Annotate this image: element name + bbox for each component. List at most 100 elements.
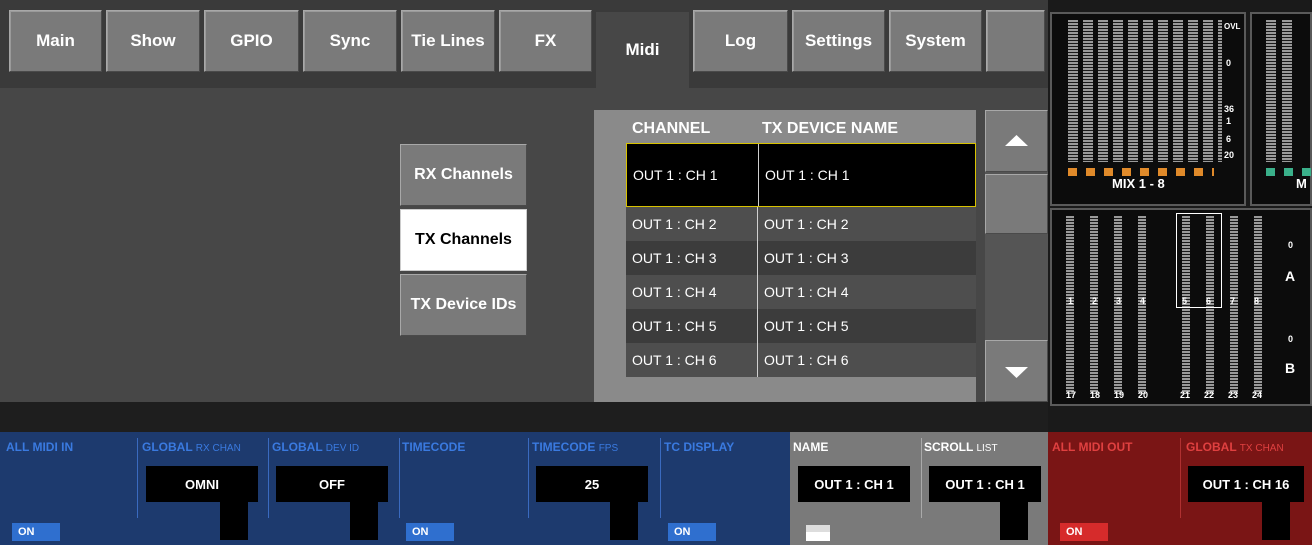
tc-display-text: TC DISPLAY — [664, 440, 735, 454]
divider — [399, 438, 400, 518]
label-global-rx-chan: GLOBAL RX CHAN — [140, 432, 268, 462]
global-tx-chan-display[interactable]: OUT 1 : CH 16 — [1188, 466, 1304, 502]
tab-gpio[interactable]: GPIO — [204, 10, 299, 72]
table-row[interactable]: OUT 1 : CH 3 OUT 1 : CH 3 — [626, 241, 976, 275]
channel-number: 18 — [1090, 390, 1101, 400]
channel-number: 6 — [1206, 296, 1212, 306]
all-midi-out-on-button[interactable]: ON — [1060, 523, 1108, 541]
cell-device-name: OUT 1 : CH 3 — [764, 250, 849, 266]
column-header-tx-device-name: TX DEVICE NAME — [762, 120, 899, 137]
meter-bar — [1188, 20, 1198, 162]
divider — [137, 438, 138, 518]
cell-channel: OUT 1 : CH 5 — [626, 309, 758, 343]
tab-midi[interactable]: Midi — [596, 12, 689, 88]
table-row-selected[interactable]: OUT 1 : CH 1 OUT 1 : CH 1 — [626, 143, 976, 207]
cell-device-name: OUT 1 : CH 6 — [764, 352, 849, 368]
meter-label-1: 1 — [1226, 116, 1232, 126]
global-dev-id-display[interactable]: OFF — [276, 466, 388, 502]
tc-display-on-button[interactable]: ON — [668, 523, 716, 541]
tx-channels-button[interactable]: TX Channels — [400, 209, 527, 271]
tab-bar: Main Show GPIO Sync Tie Lines FX Midi Lo… — [0, 0, 1048, 88]
cell-channel: OUT 1 : CH 4 — [626, 275, 758, 309]
tx-device-ids-button[interactable]: TX Device IDs — [400, 274, 527, 336]
cell-device-name: OUT 1 : CH 4 — [764, 284, 849, 300]
name-edit-button[interactable] — [806, 525, 830, 541]
tab-log[interactable]: Log — [693, 10, 788, 72]
channel-number: 7 — [1230, 296, 1236, 306]
channel-number: 3 — [1116, 296, 1122, 306]
scroll-up-button[interactable] — [985, 110, 1048, 172]
table-row[interactable]: OUT 1 : CH 4 OUT 1 : CH 4 — [626, 275, 976, 309]
timecode-fps-display[interactable]: 25 — [536, 466, 648, 502]
all-midi-in-text: ALL MIDI IN — [6, 440, 74, 454]
mix-label-2: M — [1296, 176, 1307, 191]
timecode-text: TIMECODE — [402, 440, 466, 454]
rotary-knob[interactable] — [350, 500, 378, 540]
rotary-knob[interactable] — [1262, 500, 1290, 540]
table-row[interactable]: OUT 1 : CH 5 OUT 1 : CH 5 — [626, 309, 976, 343]
name-display[interactable]: OUT 1 : CH 1 — [798, 466, 910, 502]
scroll-thumb[interactable] — [985, 174, 1048, 234]
meter-label-6: 6 — [1226, 134, 1232, 144]
table-scrollbar[interactable] — [985, 110, 1048, 402]
scroll-down-button[interactable] — [985, 340, 1048, 402]
mix-indicators — [1266, 168, 1312, 176]
meter-label-0: 0 — [1226, 58, 1232, 68]
rotary-knob[interactable] — [220, 500, 248, 540]
meter-bar — [1218, 20, 1222, 162]
channel-number: 17 — [1066, 390, 1077, 400]
channel-number: 23 — [1228, 390, 1239, 400]
status-strip — [0, 402, 1048, 432]
tab-show[interactable]: Show — [106, 10, 200, 72]
tab-tie-lines[interactable]: Tie Lines — [401, 10, 495, 72]
cell-channel: OUT 1 : CH 6 — [626, 343, 758, 377]
tab-system[interactable]: System — [889, 10, 982, 72]
selected-meter-frame — [1176, 213, 1222, 308]
rx-channels-button[interactable]: RX Channels — [400, 144, 527, 206]
channel-number: 2 — [1092, 296, 1098, 306]
meter-bar — [1098, 20, 1108, 162]
arrow-up-icon — [1005, 135, 1028, 146]
label-timecode: TIMECODE — [402, 432, 522, 462]
meter-label-0-a: 0 — [1288, 240, 1294, 250]
label-timecode-fps: TIMECODE FPS — [530, 432, 658, 462]
name-text: NAME — [793, 440, 829, 454]
divider — [528, 438, 529, 518]
bank-label-b: B — [1285, 360, 1296, 376]
cell-device-name: OUT 1 : CH 1 — [765, 167, 850, 183]
channel-number: 5 — [1182, 296, 1188, 306]
global-tx-text: GLOBAL — [1186, 440, 1237, 454]
tab-sync[interactable]: Sync — [303, 10, 397, 72]
column-header-channel: CHANNEL — [632, 120, 711, 137]
tx-chan-text: TX CHAN — [1239, 443, 1284, 454]
mix-meter-panel: OVL 0 36 1 6 20 MIX 1 - 8 — [1050, 12, 1246, 206]
dev-id-text: DEV ID — [325, 443, 360, 454]
bank-label-a: A — [1285, 268, 1296, 284]
global-rx-chan-display[interactable]: OMNI — [146, 466, 258, 502]
meter-label-0-b: 0 — [1288, 334, 1294, 344]
cell-channel: OUT 1 : CH 2 — [626, 207, 758, 241]
mix-label: MIX 1 - 8 — [1112, 176, 1165, 191]
label-tc-display: TC DISPLAY — [662, 432, 782, 462]
arrow-down-icon — [1005, 367, 1028, 378]
timecode-on-button[interactable]: ON — [406, 523, 454, 541]
tab-fx[interactable]: FX — [499, 10, 592, 72]
divider — [921, 438, 922, 518]
global-rx-text: GLOBAL — [142, 440, 193, 454]
divider — [660, 438, 661, 518]
rotary-knob[interactable] — [610, 500, 638, 540]
table-row[interactable]: OUT 1 : CH 6 OUT 1 : CH 6 — [626, 343, 976, 377]
list-text: LIST — [976, 443, 998, 454]
fps-text: FPS — [598, 443, 619, 454]
meter-label-20: 20 — [1224, 150, 1235, 160]
table-row[interactable]: OUT 1 : CH 2 OUT 1 : CH 2 — [626, 207, 976, 241]
meter-bar — [1282, 20, 1292, 162]
tab-settings[interactable]: Settings — [792, 10, 885, 72]
divider — [1180, 438, 1181, 518]
tab-main[interactable]: Main — [9, 10, 102, 72]
meter-label-36: 36 — [1224, 104, 1235, 114]
all-midi-in-on-button[interactable]: ON — [12, 523, 60, 541]
scroll-list-display[interactable]: OUT 1 : CH 1 — [929, 466, 1041, 502]
meter-bar — [1143, 20, 1153, 162]
rotary-knob[interactable] — [1000, 500, 1028, 540]
